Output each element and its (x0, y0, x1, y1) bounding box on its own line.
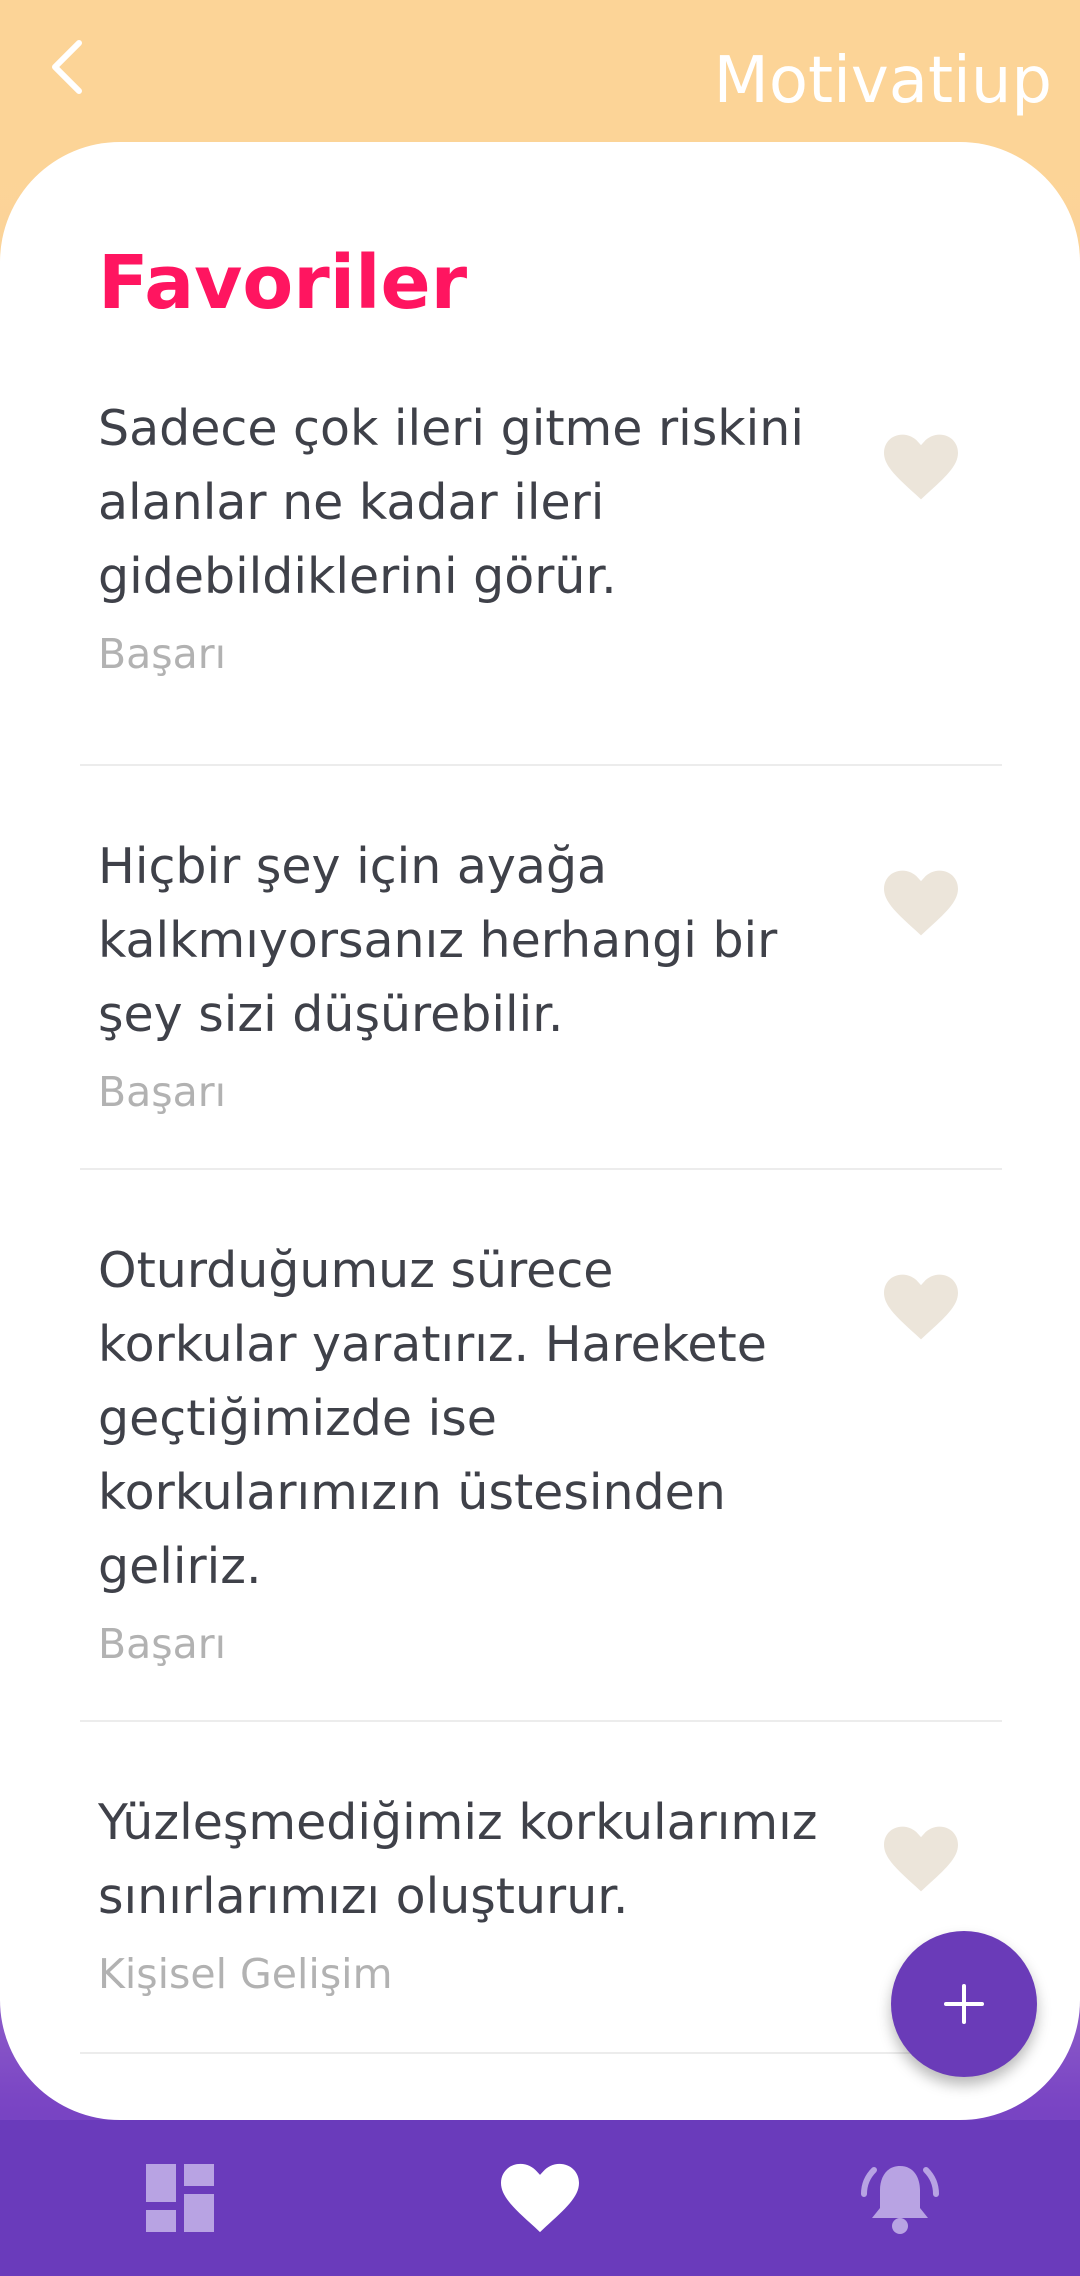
quote-text: Hiçbir şey için ayağa kalkmıyorsanız her… (98, 838, 778, 1043)
favorites-list: Sadece çok ileri gitme riskini alanlar n… (80, 362, 1002, 2054)
heart-icon[interactable] (884, 1274, 958, 1340)
chevron-left-icon (52, 40, 82, 94)
favorites-card: Favoriler Sadece çok ileri gitme riskini… (0, 142, 1080, 2120)
list-item[interactable]: Hiçbir şey için ayağa kalkmıyorsanız her… (80, 766, 1002, 1170)
nav-notifications[interactable] (820, 2120, 980, 2276)
quote-text: Oturduğumuz sürece korkular yaratırız. H… (98, 1242, 767, 1595)
list-item[interactable]: Sadece çok ileri gitme riskini alanlar n… (80, 362, 1002, 766)
quote-category: Başarı (98, 1620, 226, 1668)
add-quote-button[interactable] (891, 1931, 1037, 2077)
quote-category: Kişisel Gelişim (98, 1950, 393, 1998)
quote-text: Sadece çok ileri gitme riskini alanlar n… (98, 400, 804, 605)
heart-icon[interactable] (884, 1826, 958, 1892)
quote-category: Başarı (98, 1068, 226, 1116)
bottom-nav (0, 2120, 1080, 2276)
dashboard-icon (146, 2164, 214, 2232)
nav-dashboard[interactable] (100, 2120, 260, 2276)
app-title: Motivatiup (713, 44, 1052, 118)
heart-icon (501, 2163, 579, 2233)
quote-category: Başarı (98, 630, 226, 678)
heart-icon[interactable] (884, 434, 958, 500)
list-item[interactable]: Yüzleşmediğimiz korkularımız sınırlarımı… (80, 1722, 1002, 2054)
page-title: Favoriler (98, 240, 468, 326)
quote-text: Yüzleşmediğimiz korkularımız sınırlarımı… (98, 1794, 818, 1925)
top-bar: Motivatiup (0, 0, 1080, 150)
heart-icon[interactable] (884, 870, 958, 936)
nav-favorites[interactable] (460, 2120, 620, 2276)
bell-icon (861, 2166, 939, 2234)
back-button[interactable] (32, 32, 102, 102)
list-item[interactable]: Oturduğumuz sürece korkular yaratırız. H… (80, 1170, 1002, 1722)
plus-icon (944, 1984, 984, 2024)
